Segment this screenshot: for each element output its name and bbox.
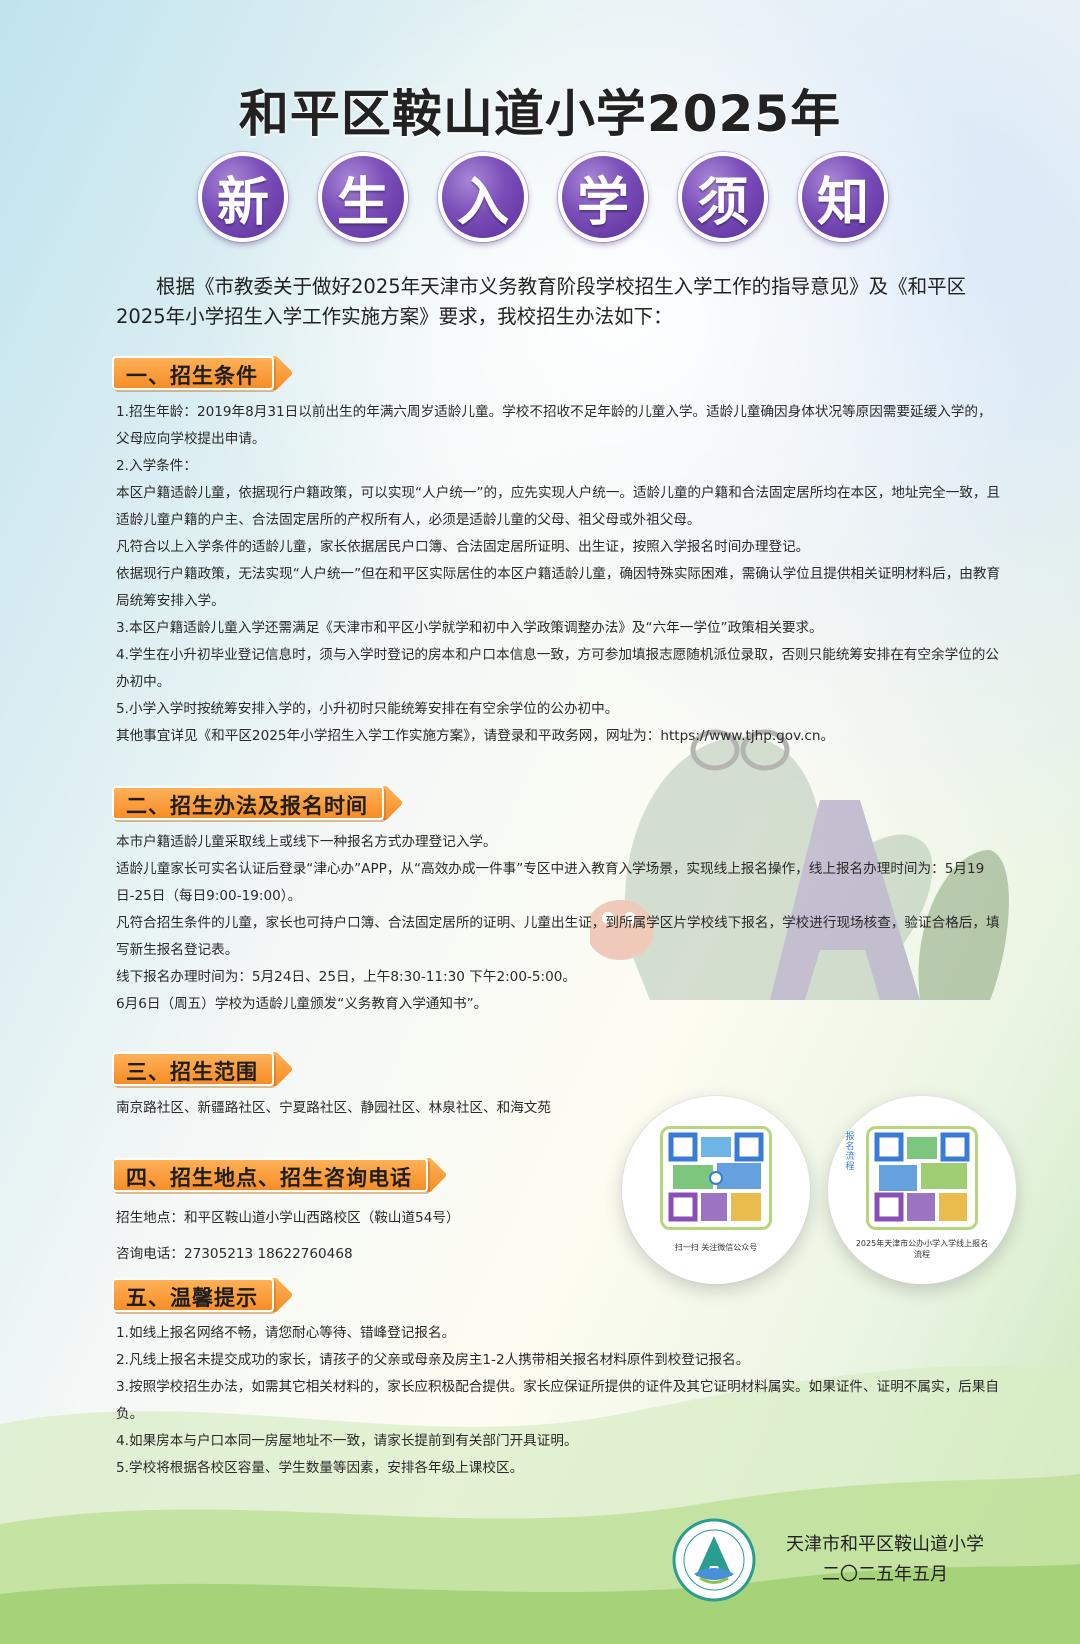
paragraph: 其他事宜详见《和平区2025年小学招生入学工作实施方案》，请登录和平政务网，网址… xyxy=(116,728,835,744)
section-body-conditions: 1.招生年龄：2019年8月31日以前出生的年满六周岁适龄儿童。学校不招收不足年… xyxy=(116,399,1004,750)
paragraph: 6月6日（周五）学校为适龄儿童颁发“义务教育入学通知书”。 xyxy=(116,996,488,1012)
paragraph: 依据现行户籍政策，无法实现“人户统一”但在和平区实际居住的本区户籍适龄儿童，确因… xyxy=(116,566,1001,609)
section-body-tips: 1.如线上报名网络不畅，请您耐心等待、错峰登记报名。 2.凡线上报名未提交成功的… xyxy=(116,1320,1004,1482)
section-heading-location-phone: 四、招生地点、招生咨询电话 xyxy=(112,1158,428,1192)
paragraph: 5.学校将根据各校区容量、学生数量等因素，安排各年级上课校区。 xyxy=(116,1460,524,1476)
qr-card-wechat[interactable]: 扫一扫 关注微信公众号 xyxy=(622,1096,810,1284)
footer-date: 二〇二五年五月 xyxy=(822,1564,948,1585)
paragraph: 凡符合招生条件的儿童，家长也可持户口簿、合法固定居所的证明、儿童出生证，到所属学… xyxy=(116,915,1000,958)
paragraph: 2.入学条件： xyxy=(116,458,197,474)
school-logo-icon xyxy=(672,1518,756,1602)
section-heading-method-time: 二、招生办法及报名时间 xyxy=(112,786,384,820)
paragraph: 本市户籍适龄儿童采取线上或线下一种报名方式办理登记入学。 xyxy=(116,834,497,850)
section-body-location-phone: 招生地点：和平区鞍山道小学山西路校区（鞍山道54号） 咨询电话：27305213… xyxy=(116,1200,596,1272)
paragraph: 4.学生在小升初毕业登记信息时，须与入学时登记的房本和户口本信息一致，方可参加填… xyxy=(116,647,999,690)
subtitle-char: 须 xyxy=(678,152,768,242)
qr-caption: 扫一扫 关注微信公众号 xyxy=(674,1243,758,1252)
qr-side-label: 报名流程 xyxy=(845,1132,855,1172)
subtitle-char: 学 xyxy=(558,152,648,242)
paragraph: 线下报名办理时间为：5月24日、25日，上午8:30-11:30 下午2:00-… xyxy=(116,969,577,985)
paragraph: 适龄儿童家长可实名认证后登录“津心办”APP，从“高效办成一件事”专区中进入教育… xyxy=(116,861,985,904)
qr-code-icon xyxy=(660,1126,772,1230)
paragraph: 4.如果房本与户口本同一房屋地址不一致，请家长提前到有关部门开具证明。 xyxy=(116,1433,578,1449)
paragraph: 招生地点：和平区鞍山道小学山西路校区（鞍山道54号） xyxy=(116,1210,460,1226)
paragraph: 南京路社区、新疆路社区、宁夏路社区、静园社区、林泉社区、和海文苑 xyxy=(116,1100,551,1116)
section-body-scope: 南京路社区、新疆路社区、宁夏路社区、静园社区、林泉社区、和海文苑 xyxy=(116,1095,596,1122)
intro-paragraph: 根据《市教委关于做好2025年天津市义务教育阶段学校招生入学工作的指导意见》及《… xyxy=(116,275,967,328)
subtitle-circles: 新 生 入 学 须 知 xyxy=(198,152,888,244)
page-title: 和平区鞍山道小学2025年 xyxy=(238,85,842,143)
section-heading-tips: 五、温馨提示 xyxy=(112,1278,274,1312)
paragraph: 5.小学入学时按统筹安排入学的，小升初时只能统筹安排在有空余学位的公办初中。 xyxy=(116,701,619,717)
subtitle-char: 入 xyxy=(438,152,528,242)
paragraph: 2.凡线上报名未提交成功的家长，请孩子的父亲或母亲及房主1-2人携带相关报名材料… xyxy=(116,1352,750,1368)
paragraph: 咨询电话：27305213 18622760468 xyxy=(116,1246,353,1262)
paragraph: 3.按照学校招生办法，如需其它相关材料的，家长应积极配合提供。家长应保证所提供的… xyxy=(116,1379,999,1422)
paragraph: 本区户籍适龄儿童，依据现行户籍政策，可以实现“人户统一”的，应先实现人户统一。适… xyxy=(116,485,1001,528)
qr-caption: 2025年天津市公办小学入学线上报名流程 xyxy=(855,1239,989,1259)
subtitle-char: 生 xyxy=(318,152,408,242)
paragraph: 凡符合以上入学条件的适龄儿童，家长依据居民户口簿、合法固定居所证明、出生证，按照… xyxy=(116,539,810,555)
section-heading-scope: 三、招生范围 xyxy=(112,1052,274,1086)
paragraph: 1.如线上报名网络不畅，请您耐心等待、错峰登记报名。 xyxy=(116,1325,456,1341)
qr-code-icon xyxy=(866,1126,978,1230)
subtitle-char: 知 xyxy=(798,152,888,242)
qr-card-registration[interactable]: 报名流程 2025年天津市公办小学入学线上报名流程 xyxy=(828,1096,1016,1284)
section-heading-conditions: 一、招生条件 xyxy=(112,356,274,390)
paragraph: 1.招生年龄：2019年8月31日以前出生的年满六周岁适龄儿童。学校不招收不足年… xyxy=(116,404,992,447)
footer-school-name: 天津市和平区鞍山道小学 xyxy=(786,1534,984,1555)
paragraph: 3.本区户籍适龄儿童入学还需满足《天津市和平区小学就学和初中入学政策调整办法》及… xyxy=(116,620,823,636)
subtitle-char: 新 xyxy=(198,152,288,242)
section-body-method-time: 本市户籍适龄儿童采取线上或线下一种报名方式办理登记入学。 适龄儿童家长可实名认证… xyxy=(116,829,1004,1018)
